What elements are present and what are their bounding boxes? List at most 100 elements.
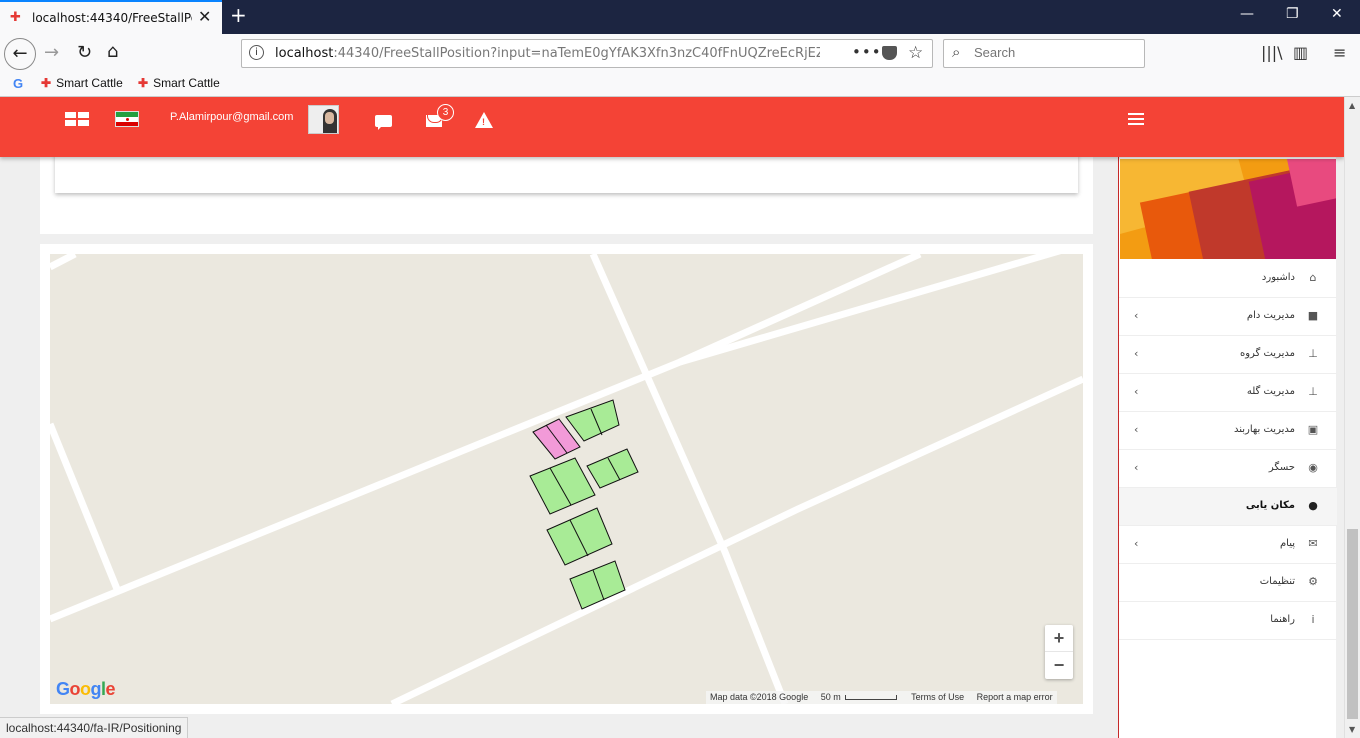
bookmark-star-icon[interactable]: ☆	[908, 43, 923, 63]
smart-cattle-icon: ✚	[41, 76, 52, 90]
library-icon[interactable]: |||\	[1261, 43, 1283, 62]
zoom-out-button[interactable]: −	[1045, 652, 1073, 679]
cow-icon: ■	[1307, 309, 1319, 322]
barn-icon: ▣	[1307, 423, 1319, 436]
sitemap-icon: ⊥	[1308, 347, 1318, 360]
sidebar-menu: ⌂ داشبورد ‹ ■ مدیریت دام ‹ ⊥ مدیریت گروه…	[1119, 260, 1337, 640]
page-actions-icon[interactable]: •••	[852, 43, 882, 61]
info-icon: i	[1311, 613, 1315, 626]
terms-link[interactable]: Terms of Use	[911, 692, 964, 702]
stall[interactable]	[586, 448, 639, 489]
bookmarks-bar: G ✚ Smart Cattle ✚ Smart Cattle	[0, 72, 1360, 97]
map-data-text[interactable]: Map data ©2018 Google	[710, 692, 808, 702]
map-card: + − Google Map data ©2018 Google 50 m Te…	[40, 244, 1093, 714]
back-button[interactable]: ←	[4, 38, 36, 70]
app-header: P.Alamirpour@gmail.com 3 !	[0, 97, 1344, 157]
browser-tab[interactable]: ✚ localhost:44340/FreeStallPositio ✕	[0, 0, 222, 34]
sidebar-toggle-icon[interactable]: ▥	[1293, 43, 1308, 62]
scale-bar	[844, 695, 897, 701]
scroll-down-icon[interactable]: ▼	[1349, 725, 1355, 734]
sidebar-item-dashboard[interactable]: ⌂ داشبورد	[1119, 260, 1337, 298]
sidebar-item-freestall[interactable]: ‹ ▣ مدیریت بهاربند	[1119, 412, 1337, 450]
chevron-left-icon: ‹	[1134, 385, 1139, 398]
sidebar-item-label: مدیریت گله	[1246, 386, 1295, 397]
search-icon: ⌕	[952, 43, 961, 61]
sidebar-item-label: پیام	[1279, 538, 1295, 549]
site-info-icon[interactable]: i	[249, 45, 264, 60]
stall[interactable]	[569, 560, 626, 610]
iran-flag-icon[interactable]	[115, 111, 139, 127]
chevron-left-icon: ‹	[1134, 309, 1139, 322]
sidebar-item-help[interactable]: i راهنما	[1119, 602, 1337, 640]
sidebar-item-label: راهنما	[1270, 614, 1295, 625]
link-status-bar: localhost:44340/fa-IR/Positioning	[0, 717, 189, 738]
favicon-icon: ✚	[10, 10, 21, 25]
bookmark-item[interactable]: ✚ Smart Cattle	[41, 76, 123, 90]
sidebar: ⌂ داشبورد ‹ ■ مدیریت دام ‹ ⊥ مدیریت گروه…	[1118, 157, 1337, 738]
chat-icon[interactable]	[375, 115, 392, 130]
forward-button[interactable]: →	[44, 43, 59, 63]
stall[interactable]	[546, 507, 613, 566]
page-scrollbar[interactable]: ▲ ▼	[1344, 97, 1360, 738]
page-viewport: P.Alamirpour@gmail.com 3 ! + − Google Ma…	[0, 97, 1344, 738]
bookmark-item[interactable]: ✚ Smart Cattle	[138, 76, 220, 90]
road	[678, 254, 922, 366]
google-map[interactable]: + − Google Map data ©2018 Google 50 m Te…	[50, 254, 1083, 704]
google-logo[interactable]: Google	[56, 679, 116, 700]
road	[50, 422, 121, 591]
user-email[interactable]: P.Alamirpour@gmail.com	[170, 111, 293, 123]
sidebar-item-messages[interactable]: ‹ ✉ پیام	[1119, 526, 1337, 564]
search-box[interactable]: ⌕	[943, 39, 1145, 68]
smart-cattle-icon: ✚	[138, 76, 149, 90]
home-button[interactable]: ⌂	[107, 42, 118, 62]
search-input[interactable]	[974, 45, 1134, 60]
sidebar-item-label: مدیریت بهاربند	[1233, 424, 1295, 435]
google-bookmark-icon[interactable]: G	[13, 76, 23, 91]
mail-count-badge: 3	[437, 104, 454, 121]
sidebar-item-label: مکان یابی	[1245, 500, 1295, 511]
menu-icon[interactable]: ≡	[1333, 43, 1346, 62]
zoom-in-button[interactable]: +	[1045, 625, 1073, 652]
restore-icon[interactable]: ❐	[1286, 6, 1299, 22]
map-marker-icon: ●	[1308, 499, 1318, 512]
chevron-left-icon: ‹	[1134, 347, 1139, 360]
minimize-icon[interactable]: —	[1240, 6, 1254, 22]
sitemap-icon: ⊥	[1308, 385, 1318, 398]
sidebar-item-label: مدیریت دام	[1246, 310, 1295, 321]
map-canvas[interactable]	[50, 254, 1083, 704]
home-icon: ⌂	[1309, 271, 1317, 284]
stall[interactable]	[529, 457, 596, 515]
sidebar-item-herds[interactable]: ‹ ⊥ مدیریت گله	[1119, 374, 1337, 412]
warning-mark: !	[482, 117, 485, 127]
address-text[interactable]: localhost:44340/FreeStallPosition?input=…	[275, 46, 820, 61]
apps-grid-icon[interactable]	[65, 112, 91, 128]
zoom-control: + −	[1045, 625, 1073, 679]
new-tab-button[interactable]: +	[230, 3, 247, 27]
pocket-icon[interactable]	[882, 46, 897, 60]
report-link[interactable]: Report a map error	[977, 692, 1053, 702]
sidebar-item-label: حسگر	[1268, 462, 1295, 473]
map-attribution: Map data ©2018 Google 50 m Terms of Use …	[706, 691, 1057, 704]
chevron-left-icon: ‹	[1134, 423, 1139, 436]
address-bar[interactable]: i localhost:44340/FreeStallPosition?inpu…	[241, 39, 933, 68]
sidebar-item-settings[interactable]: ⚙ تنظیمات	[1119, 564, 1337, 602]
scroll-up-icon[interactable]: ▲	[1349, 101, 1355, 110]
browser-titlebar: ✚ localhost:44340/FreeStallPositio ✕ + —…	[0, 0, 1360, 34]
sidebar-item-groups[interactable]: ‹ ⊥ مدیریت گروه	[1119, 336, 1337, 374]
scrollbar-thumb[interactable]	[1347, 529, 1358, 719]
avatar[interactable]	[308, 105, 339, 134]
scale-label[interactable]: 50 m	[821, 692, 841, 702]
road	[390, 375, 1083, 704]
tab-title: localhost:44340/FreeStallPositio	[32, 11, 192, 25]
road	[50, 254, 77, 271]
hamburger-menu-icon[interactable]	[1128, 113, 1144, 125]
close-tab-icon[interactable]: ✕	[198, 7, 211, 26]
reload-button[interactable]: ↻	[77, 43, 92, 63]
sidebar-item-sensor[interactable]: ‹ ◉ حسگر	[1119, 450, 1337, 488]
sidebar-banner	[1120, 159, 1336, 259]
sidebar-item-livestock[interactable]: ‹ ■ مدیریت دام	[1119, 298, 1337, 336]
sidebar-item-label: داشبورد	[1261, 272, 1295, 283]
sidebar-item-positioning[interactable]: ● مکان یابی	[1119, 488, 1337, 526]
window-close-icon[interactable]: ✕	[1331, 6, 1343, 22]
gear-icon: ⚙	[1308, 575, 1318, 588]
